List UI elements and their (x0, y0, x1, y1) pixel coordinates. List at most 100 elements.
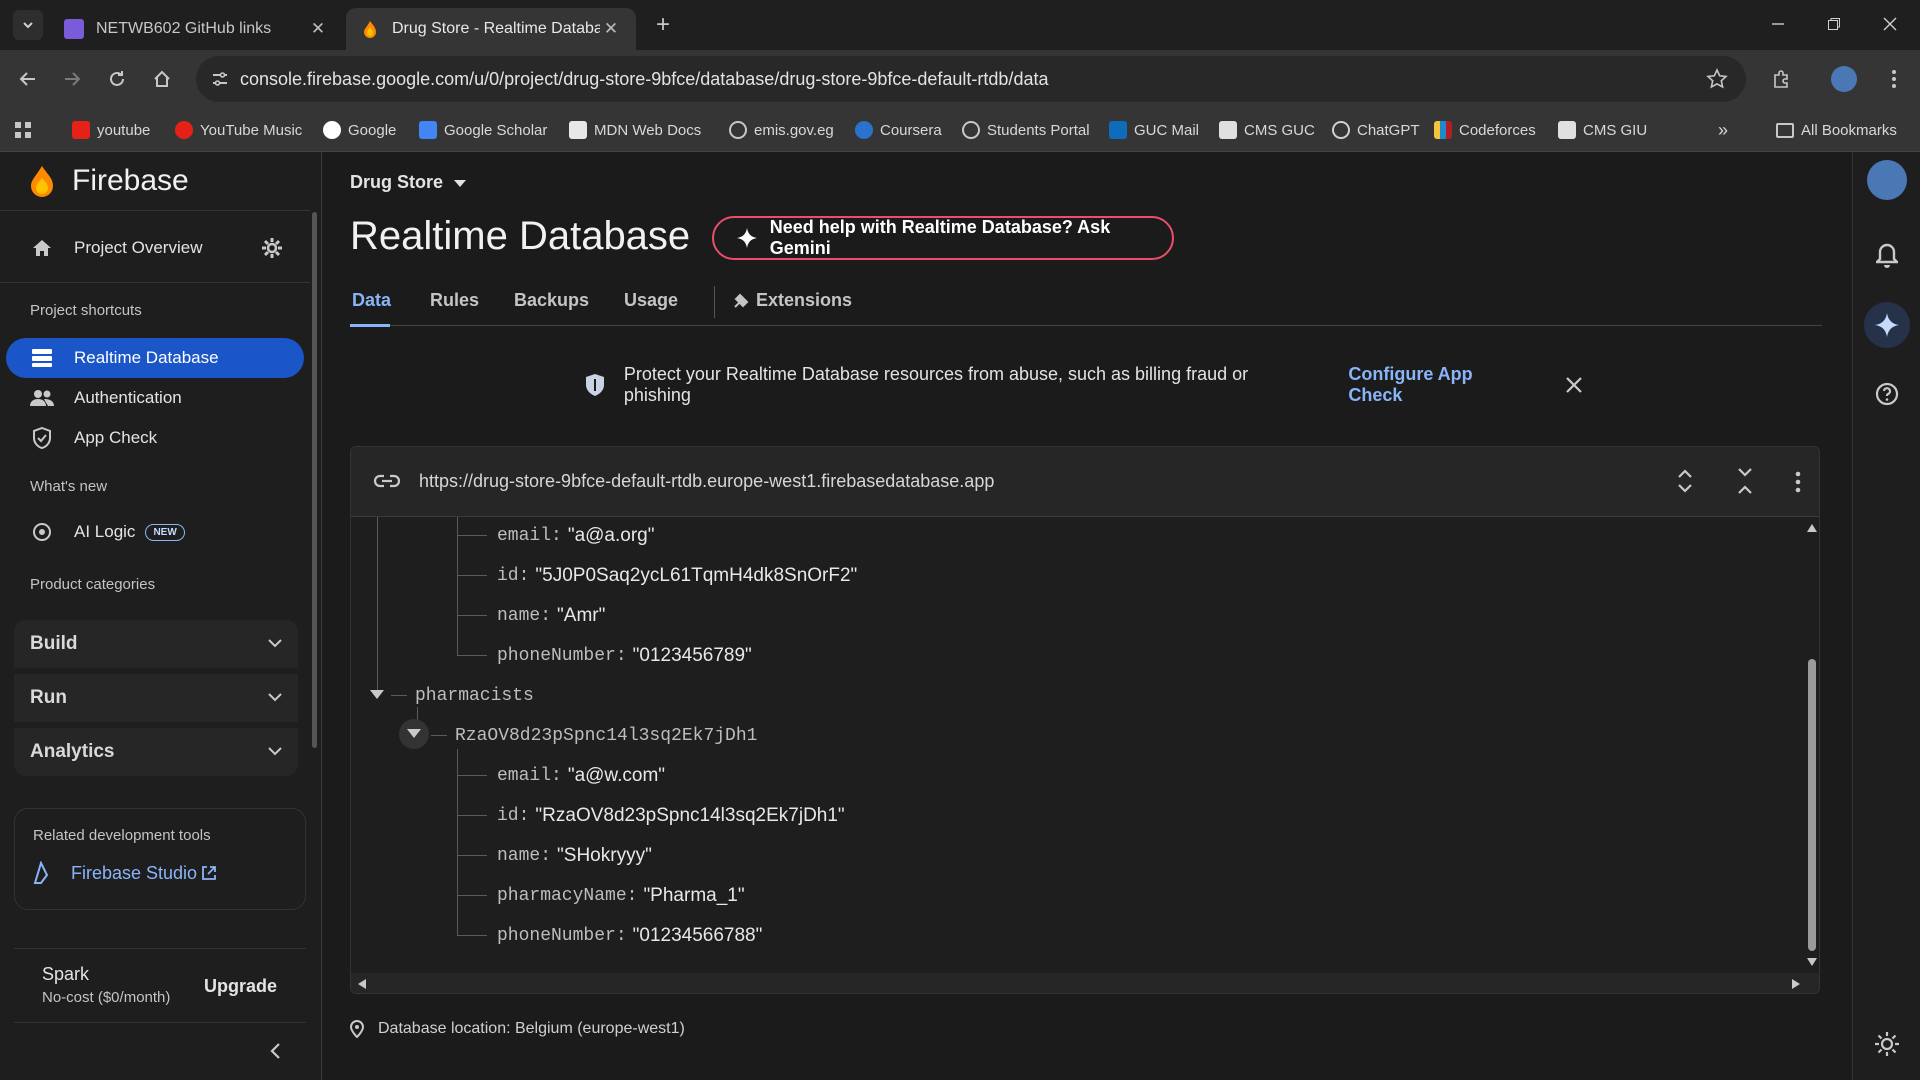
field-value[interactable]: "5J0P0Saq2ycL61TqmH4dk8SnOrF2" (535, 565, 857, 587)
theme-toggle-button[interactable] (1867, 1024, 1907, 1064)
field-value[interactable]: "01234566788" (633, 925, 763, 947)
ask-gemini-button[interactable]: Need help with Realtime Database? Ask Ge… (712, 216, 1174, 260)
tree-field-row[interactable]: name: "Amr" (497, 601, 605, 631)
tree-node-pharmacists[interactable]: pharmacists (415, 681, 534, 711)
field-key: name (497, 846, 541, 866)
field-value[interactable]: "SHokryyy" (557, 845, 652, 867)
browser-tab-active[interactable]: Drug Store - Realtime Database ✕ (346, 8, 636, 50)
tree-field-row[interactable]: email: "a@w.com" (497, 761, 665, 791)
nav-app-check[interactable]: App Check (6, 418, 304, 458)
field-value[interactable]: "a@a.org" (568, 525, 655, 547)
collapse-sidebar-button[interactable] (268, 1042, 284, 1060)
sidebar-scrollbar[interactable] (312, 212, 317, 748)
all-bookmarks-button[interactable]: All Bookmarks (1776, 118, 1897, 142)
extensions-icon (734, 293, 749, 308)
app-check-banner: Protect your Realtime Database resources… (584, 360, 1584, 410)
gemini-assistant-button[interactable] (1864, 302, 1910, 348)
tab-extensions[interactable]: Extensions (732, 290, 852, 311)
close-tab-icon[interactable]: ✕ (307, 18, 329, 40)
more-bookmarks-button[interactable]: » (1718, 118, 1728, 142)
category-label: Run (30, 687, 67, 708)
category-build[interactable]: Build (14, 620, 298, 668)
bookmark-coursera[interactable]: Coursera (855, 118, 942, 142)
forward-button[interactable] (54, 61, 90, 97)
new-tab-button[interactable]: + (650, 11, 676, 38)
tab-search-button[interactable] (13, 10, 43, 40)
close-window-button[interactable] (1862, 10, 1918, 38)
nav-ai-logic[interactable]: AI Logic NEW (6, 512, 304, 552)
home-button[interactable] (144, 61, 180, 97)
bookmark-mdn[interactable]: MDN Web Docs (569, 118, 701, 142)
tab-rules[interactable]: Rules (430, 290, 479, 311)
project-selector[interactable]: Drug Store (350, 172, 467, 193)
bookmark-google-scholar[interactable]: Google Scholar (419, 118, 547, 142)
forward-arrow-icon (65, 72, 81, 86)
notifications-button[interactable] (1867, 236, 1907, 276)
reload-button[interactable] (99, 61, 135, 97)
category-label: Analytics (30, 741, 115, 762)
help-button[interactable] (1867, 374, 1907, 414)
minimize-button[interactable] (1750, 10, 1806, 38)
scroll-up-icon (1807, 524, 1817, 532)
back-button[interactable] (10, 61, 46, 97)
field-value[interactable]: "Amr" (557, 605, 605, 627)
tab-data[interactable]: Data (352, 290, 391, 311)
tree-field-row[interactable]: id: "5J0P0Saq2ycL61TqmH4dk8SnOrF2" (497, 561, 857, 591)
bookmark-students-portal[interactable]: Students Portal (962, 118, 1090, 142)
upgrade-button[interactable]: Upgrade (204, 976, 277, 997)
bookmark-chatgpt[interactable]: ChatGPT (1332, 118, 1420, 142)
browser-tab[interactable]: NETWB602 GitHub links ✕ (50, 8, 343, 50)
mdn-icon (569, 121, 587, 139)
nav-label: App Check (74, 428, 158, 447)
horizontal-scrollbar[interactable] (351, 973, 1819, 993)
category-run[interactable]: Run (14, 674, 298, 722)
tree-field-row[interactable]: phoneNumber: "0123456789" (497, 641, 752, 671)
bookmark-guc-mail[interactable]: GUC Mail (1109, 118, 1199, 142)
caret-down-icon[interactable] (369, 689, 385, 701)
bookmark-youtube-music[interactable]: YouTube Music (175, 118, 302, 142)
extensions-button[interactable] (1764, 61, 1800, 97)
restore-button[interactable] (1806, 10, 1862, 38)
field-key: email (497, 526, 552, 546)
tree-field-row[interactable]: name: "SHokryyy" (497, 841, 652, 871)
address-bar[interactable]: console.firebase.google.com/u/0/project/… (196, 56, 1746, 102)
database-url[interactable]: https://drug-store-9bfce-default-rtdb.eu… (419, 471, 994, 492)
tab-usage[interactable]: Usage (624, 290, 678, 311)
tree-field-row[interactable]: email: "a@a.org" (497, 521, 654, 551)
tree-field-row[interactable]: phoneNumber: "01234566788" (497, 921, 762, 951)
bookmark-label: Coursera (880, 121, 942, 139)
firebase-studio-link[interactable]: Firebase Studio (31, 861, 217, 885)
tree-field-row[interactable]: id: "RzaOV8d23pSpnc14l3sq2Ek7jDh1" (497, 801, 845, 831)
settings-gear-icon[interactable] (260, 236, 284, 260)
bookmark-cms-giu[interactable]: CMS GIU (1558, 118, 1647, 142)
apps-icon[interactable] (14, 118, 32, 142)
vertical-scrollbar[interactable] (1803, 517, 1819, 973)
tree-field-row[interactable]: pharmacyName: "Pharma_1" (497, 881, 745, 911)
browser-menu-button[interactable] (1876, 61, 1912, 97)
tab-backups[interactable]: Backups (514, 290, 589, 311)
field-value[interactable]: "Pharma_1" (643, 885, 744, 907)
bookmark-label: CMS GUC (1244, 121, 1315, 139)
tree-node-pharmacist[interactable]: RzaOV8d23pSpnc14l3sq2Ek7jDh1 (455, 721, 757, 751)
field-value[interactable]: "RzaOV8d23pSpnc14l3sq2Ek7jDh1" (535, 805, 844, 827)
category-analytics[interactable]: Analytics (14, 728, 298, 776)
bookmark-emis[interactable]: emis.gov.eg (729, 118, 834, 142)
node-toggle-button[interactable] (399, 719, 429, 749)
bookmark-cms-guc[interactable]: CMS GUC (1219, 118, 1315, 142)
firebase-logo[interactable]: Firebase (28, 164, 189, 198)
puzzle-icon (1774, 70, 1788, 88)
field-key: phoneNumber (497, 926, 616, 946)
account-avatar[interactable] (1867, 160, 1907, 200)
configure-app-check-link[interactable]: Configure App Check (1348, 364, 1530, 406)
bookmark-youtube[interactable]: youtube (72, 118, 150, 142)
scrollbar-thumb[interactable] (1808, 659, 1816, 951)
bookmark-google[interactable]: Google (323, 118, 396, 142)
field-value[interactable]: "0123456789" (633, 645, 752, 667)
close-tab-icon[interactable]: ✕ (600, 18, 622, 40)
nav-realtime-database[interactable]: Realtime Database (6, 338, 304, 378)
people-icon (30, 386, 54, 410)
nav-authentication[interactable]: Authentication (6, 378, 304, 418)
field-value[interactable]: "a@w.com" (568, 765, 665, 787)
bookmark-codeforces[interactable]: Codeforces (1434, 118, 1536, 142)
profile-avatar[interactable] (1826, 61, 1862, 97)
